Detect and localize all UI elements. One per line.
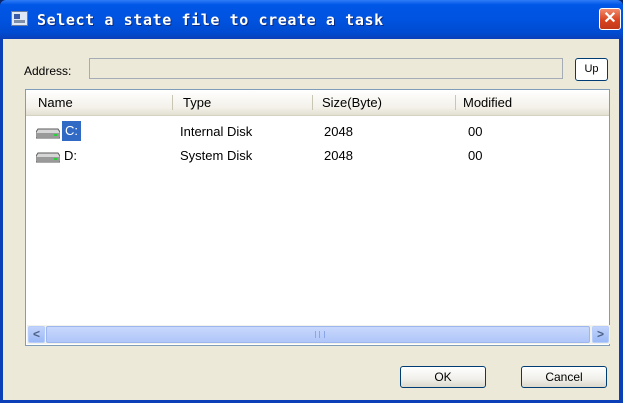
close-button[interactable]: ✕ bbox=[599, 8, 621, 30]
column-header-size[interactable]: Size(Byte) bbox=[322, 95, 382, 110]
item-name: D: bbox=[64, 148, 77, 163]
ok-button[interactable]: OK bbox=[400, 366, 486, 388]
address-label: Address: bbox=[24, 64, 72, 78]
dialog-window: Select a state file to create a task ✕ A… bbox=[0, 0, 623, 403]
item-name: C: bbox=[62, 121, 81, 141]
scroll-right-button[interactable]: > bbox=[592, 326, 609, 343]
scrollbar-thumb[interactable] bbox=[46, 326, 590, 343]
title-bar[interactable]: Select a state file to create a task ✕ bbox=[0, 0, 623, 39]
column-divider[interactable] bbox=[312, 95, 313, 110]
dialog-title: Select a state file to create a task bbox=[37, 11, 384, 29]
window-border-right bbox=[619, 39, 623, 403]
list-header: Name Type Size(Byte) Modified bbox=[26, 90, 609, 116]
item-type: Internal Disk bbox=[180, 124, 253, 139]
app-icon bbox=[11, 11, 28, 26]
item-modified: 00 bbox=[468, 148, 483, 163]
list-item[interactable]: C: Internal Disk 2048 00 bbox=[26, 120, 609, 142]
column-header-name[interactable]: Name bbox=[38, 95, 73, 110]
chevron-right-icon: > bbox=[596, 327, 604, 341]
file-list[interactable]: Name Type Size(Byte) Modified C: Interna… bbox=[25, 89, 610, 346]
list-item[interactable]: D: System Disk 2048 00 bbox=[26, 144, 609, 166]
item-size: 2048 bbox=[324, 124, 353, 139]
grip-icon bbox=[315, 331, 325, 338]
scroll-left-button[interactable]: < bbox=[28, 326, 45, 343]
column-header-modified[interactable]: Modified bbox=[463, 95, 512, 110]
drive-icon bbox=[36, 152, 60, 163]
up-button[interactable]: Up bbox=[575, 58, 608, 81]
column-divider[interactable] bbox=[172, 95, 173, 110]
address-field[interactable] bbox=[89, 58, 563, 79]
horizontal-scrollbar[interactable]: < > bbox=[27, 325, 610, 344]
item-type: System Disk bbox=[180, 148, 253, 163]
drive-icon bbox=[36, 128, 60, 139]
close-icon: ✕ bbox=[603, 10, 617, 27]
chevron-left-icon: < bbox=[32, 327, 40, 341]
column-header-type[interactable]: Type bbox=[183, 95, 211, 110]
cancel-button[interactable]: Cancel bbox=[521, 366, 607, 388]
item-size: 2048 bbox=[324, 148, 353, 163]
column-divider[interactable] bbox=[455, 95, 456, 110]
item-modified: 00 bbox=[468, 124, 483, 139]
